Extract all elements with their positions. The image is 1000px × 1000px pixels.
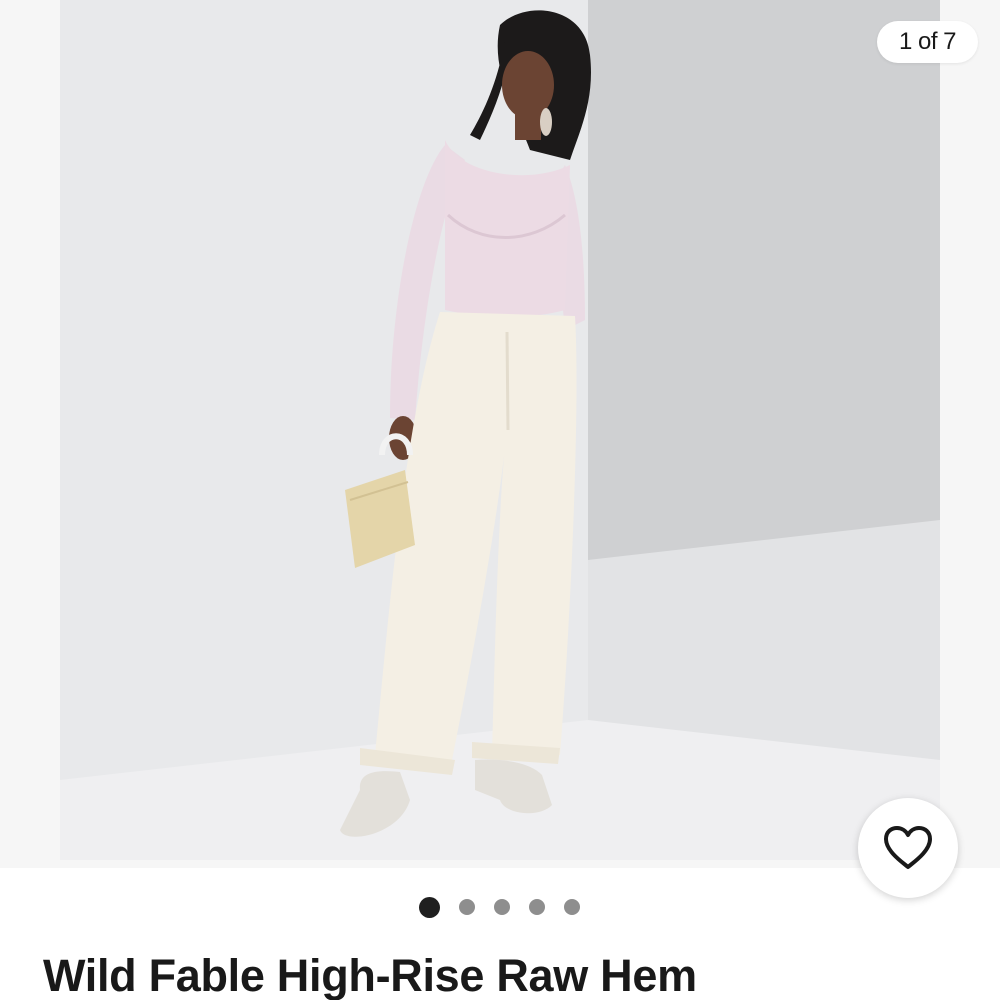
pagination-dot-5[interactable] [564,899,580,915]
heart-outline-icon [884,826,932,869]
image-gallery[interactable]: 1 of 7 [0,0,1000,868]
image-counter: 1 of 7 [876,21,978,63]
listing-page: 1 of 7 Wild Fable High-Rise Raw Hem [0,0,1000,1000]
product-photo[interactable] [60,0,940,860]
pagination-dot-3[interactable] [494,899,510,915]
gallery-pagination [0,896,1000,918]
pagination-dot-4[interactable] [529,899,545,915]
product-title: Wild Fable High-Rise Raw Hem [43,950,697,1000]
pagination-dot-2[interactable] [459,899,475,915]
add-to-watchlist-button[interactable] [858,798,958,898]
product-photo-illustration [60,0,940,860]
pagination-dot-1[interactable] [419,896,440,918]
